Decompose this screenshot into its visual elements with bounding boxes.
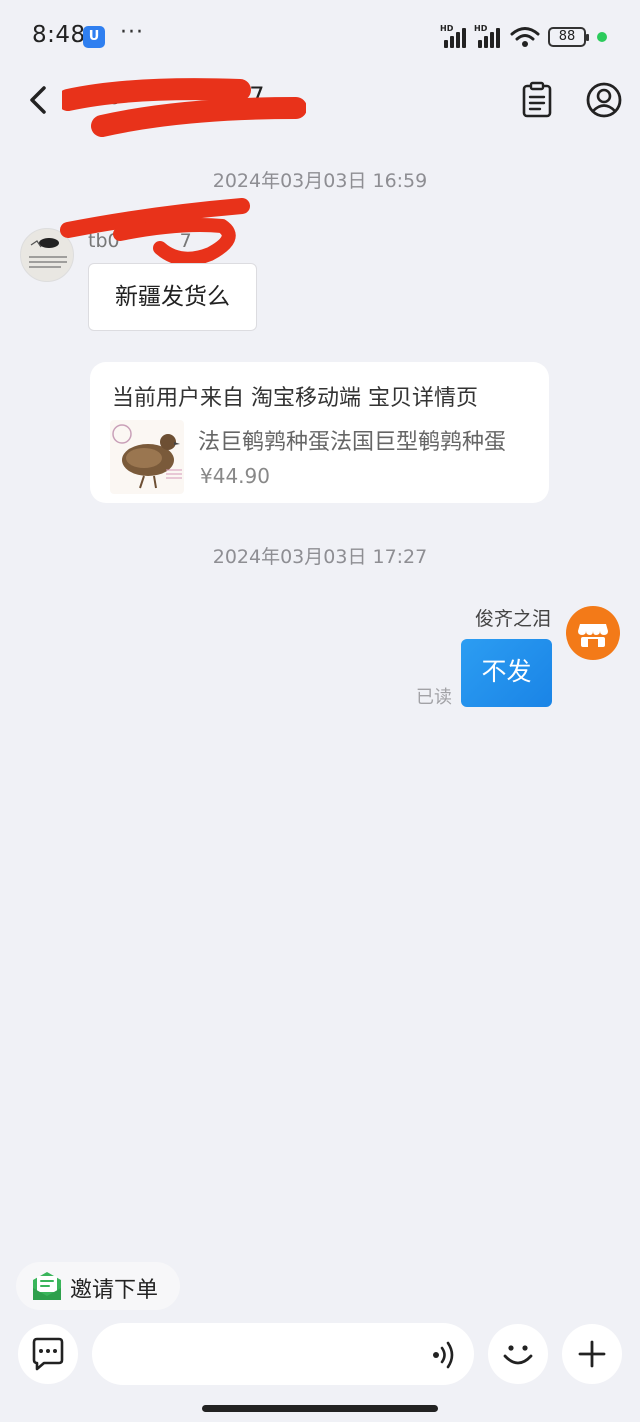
order-list-icon[interactable] bbox=[520, 80, 554, 120]
signal-1-icon: HD bbox=[440, 24, 470, 48]
message-timestamp: 2024年03月03日 16:59 bbox=[212, 170, 428, 192]
quick-phrases-button[interactable] bbox=[18, 1324, 78, 1384]
chat-bubble-icon bbox=[32, 1337, 64, 1371]
emoji-button[interactable] bbox=[488, 1324, 548, 1384]
more-notifications-icon: ··· bbox=[120, 20, 144, 45]
chat-header: tb0 27 bbox=[0, 74, 640, 137]
read-receipt: 已读 bbox=[416, 687, 452, 708]
outgoing-message-bubble[interactable]: 不发 bbox=[461, 639, 552, 707]
store-icon bbox=[578, 624, 608, 647]
product-source: 当前用户来自 淘宝移动端 宝贝详情页 bbox=[112, 386, 478, 411]
store-avatar[interactable] bbox=[566, 606, 620, 660]
voice-icon[interactable] bbox=[428, 1340, 462, 1370]
home-indicator[interactable] bbox=[202, 1405, 438, 1412]
sender-name-start: tb0 bbox=[88, 230, 120, 252]
avatar-image bbox=[29, 238, 67, 268]
wifi-icon bbox=[510, 27, 540, 47]
title-end: 27 bbox=[233, 82, 265, 110]
more-actions-button[interactable] bbox=[562, 1324, 622, 1384]
product-price: ¥44.90 bbox=[200, 464, 270, 488]
invite-order-button[interactable]: 邀请下单 bbox=[16, 1262, 180, 1310]
back-icon[interactable] bbox=[22, 80, 58, 120]
invite-order-label: 邀请下单 bbox=[70, 1278, 159, 1303]
message-input[interactable] bbox=[92, 1323, 474, 1385]
sender-name: tb0 7 bbox=[88, 230, 192, 252]
profile-icon[interactable] bbox=[584, 80, 624, 120]
product-image[interactable] bbox=[110, 420, 184, 494]
signal-2-icon: HD bbox=[474, 24, 504, 48]
emoji-icon bbox=[503, 1345, 533, 1365]
battery-icon: 88 bbox=[548, 27, 589, 47]
incoming-message-bubble[interactable]: 新疆发货么 bbox=[88, 263, 257, 331]
status-time: 8:48 bbox=[32, 22, 86, 48]
sender-name-end: 7 bbox=[179, 230, 192, 252]
page-title: tb0 27 bbox=[82, 82, 264, 110]
plus-icon bbox=[578, 1340, 606, 1368]
product-title: 法巨鹌鹑种蛋法国巨型鹌鹑种蛋 bbox=[198, 430, 507, 455]
message-timestamp: 2024年03月03日 17:27 bbox=[212, 546, 428, 568]
quail-image bbox=[112, 424, 182, 489]
input-bar bbox=[0, 1318, 640, 1396]
seller-name: 俊齐之泪 bbox=[474, 608, 551, 630]
title-start: tb0 bbox=[82, 82, 122, 110]
active-indicator bbox=[597, 32, 607, 42]
product-card[interactable]: 当前用户来自 淘宝移动端 宝贝详情页 法巨鹌鹑种蛋法国巨型鹌鹑种蛋 ¥44.90 bbox=[90, 362, 549, 503]
customer-avatar[interactable] bbox=[20, 228, 74, 282]
invite-order-icon bbox=[33, 1272, 61, 1300]
app-notification-icon: U bbox=[83, 26, 105, 48]
status-bar: 8:48 U ··· HD HD 88 bbox=[0, 0, 640, 74]
